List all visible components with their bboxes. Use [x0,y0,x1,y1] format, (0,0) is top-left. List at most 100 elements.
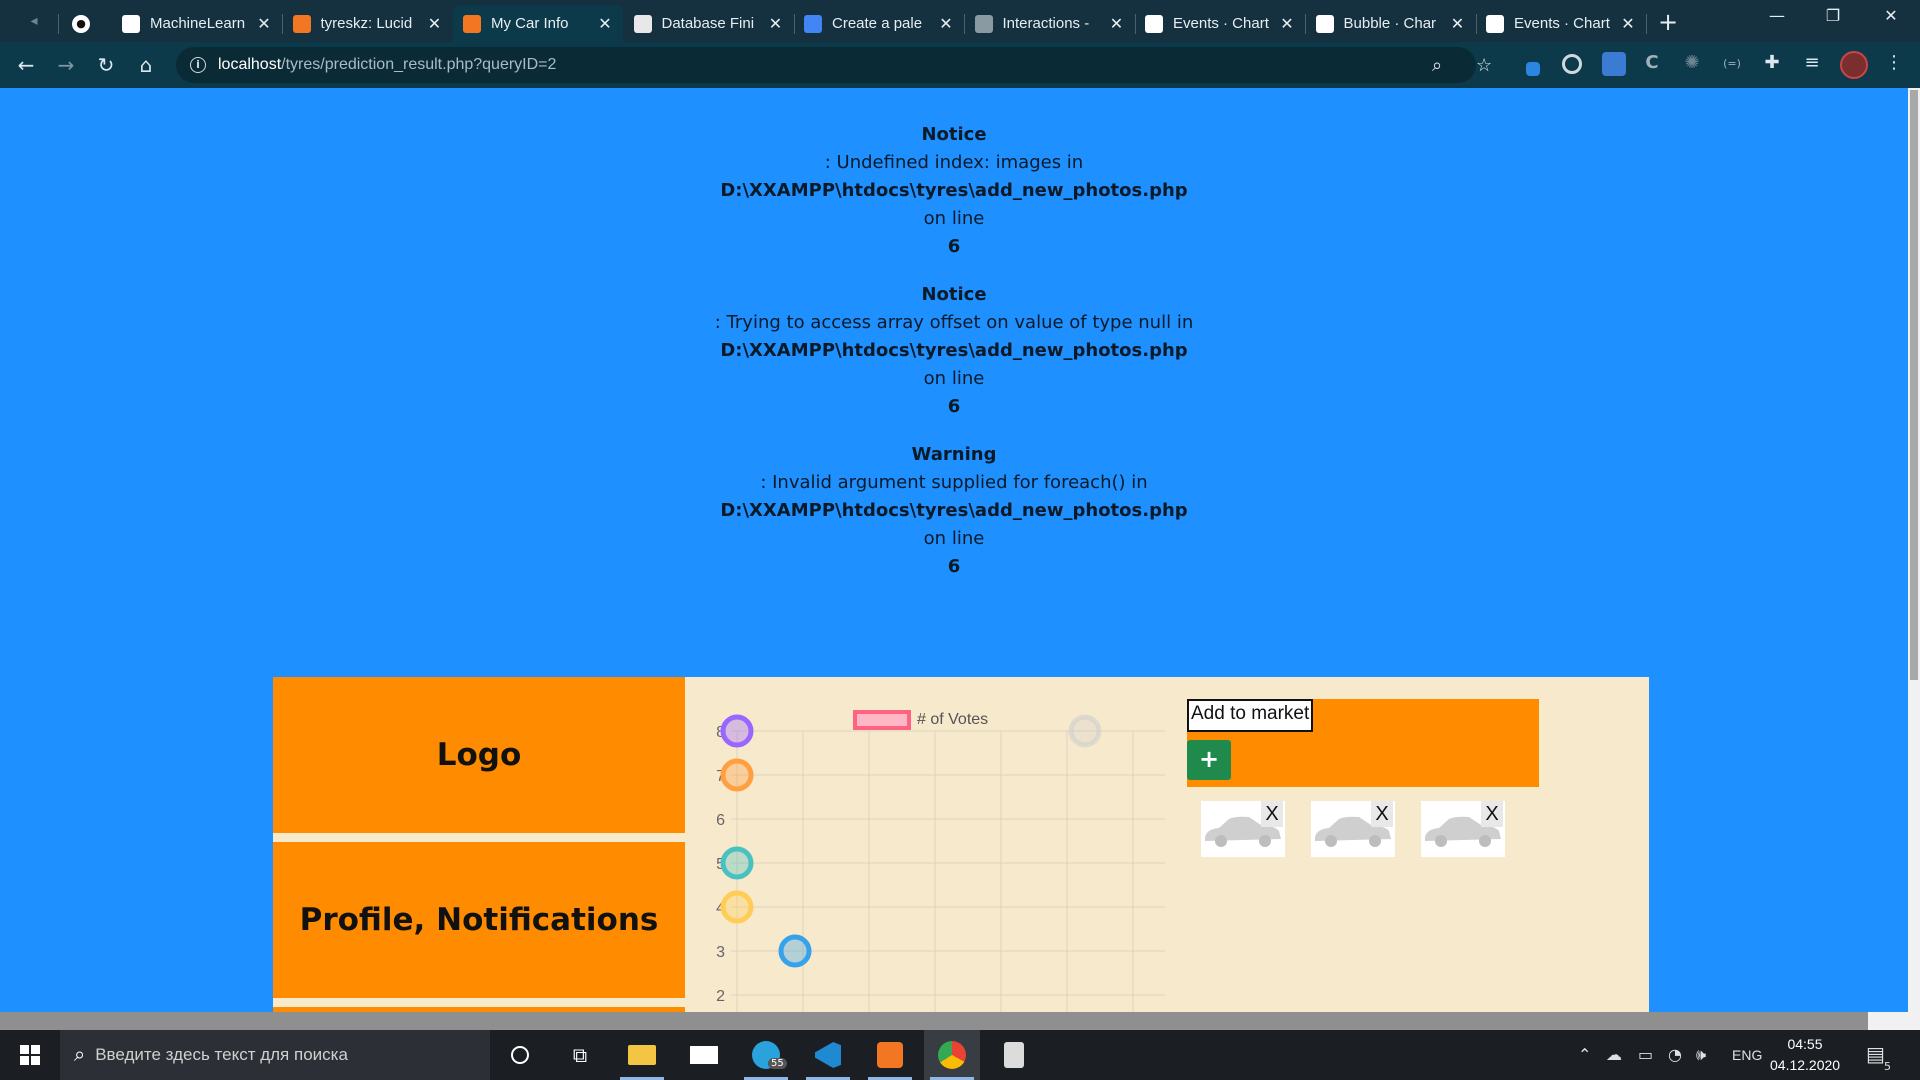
minimize-icon[interactable]: — [1762,6,1792,25]
profile-box[interactable]: Profile, Notifications [273,842,685,998]
remove-photo-button[interactable]: X [1261,801,1283,827]
extensions-puzzle-icon[interactable]: ✚ [1760,52,1784,76]
search-icon: ⌕ [74,1043,86,1066]
car-photo-thumbnail[interactable]: X [1311,801,1395,857]
media-control-icon[interactable]: ≡ [1800,52,1824,76]
bubble-point [720,758,754,792]
tab-7[interactable]: Events · Chart ✕ [1135,5,1305,42]
horizontal-scrollbar[interactable] [0,1012,1908,1030]
bubble-chart[interactable]: # of Votes 8765432 [685,677,1165,1012]
php-error-block: Warning: Invalid argument supplied for f… [0,441,1908,581]
error-file-path: D:\XXAMPP\htdocs\tyres\add_new_photos.ph… [720,340,1188,361]
tab-2[interactable]: tyreskz: Lucid ✕ [283,5,453,42]
bookmark-star-icon[interactable]: ☆ [1476,55,1492,76]
telegram-icon[interactable]: 55 [738,1030,794,1080]
tab-label: Database Fini [661,15,755,32]
menu-kebab-icon[interactable]: ⋮ [1882,52,1906,76]
tab-close-icon[interactable]: ✕ [1450,14,1466,33]
action-center-icon[interactable]: ▤ [1866,1042,1885,1066]
back-icon[interactable]: ← [12,52,40,78]
add-photo-button[interactable]: + [1187,740,1231,780]
bubble-point [720,846,754,880]
remove-photo-button[interactable]: X [1481,801,1503,827]
file-explorer-icon[interactable] [614,1030,670,1080]
y-tick-label: 3 [716,944,725,961]
github-icon: ● [72,14,90,33]
reload-icon[interactable]: ↻ [92,52,120,78]
home-icon[interactable]: ⌂ [132,52,160,78]
extension-c-icon[interactable]: C [1640,52,1664,76]
mail-icon[interactable] [676,1030,732,1080]
tab-9[interactable]: Events · Chart ✕ [1476,5,1646,42]
tab-close-icon[interactable]: ✕ [256,14,272,33]
tab-audio-icon[interactable]: ◂ [20,8,48,34]
tab-close-icon[interactable]: ✕ [597,14,613,33]
profile-text: Profile, Notifications [299,902,659,938]
extension-code-icon[interactable]: (=) [1720,52,1744,76]
url-host: localhost [218,56,282,73]
tray-chevron-icon[interactable]: ⌃ [1578,1045,1591,1064]
battery-icon[interactable]: ▭ [1638,1045,1653,1064]
tab-5[interactable]: Create a pale ✕ [794,5,964,42]
extension-bug-icon[interactable]: ✺ [1680,52,1704,76]
restore-icon[interactable]: ❐ [1818,6,1848,25]
taskbar-clock[interactable]: 04:55 04.12.2020 [1770,1034,1840,1076]
site-info-icon[interactable]: i [190,57,206,73]
db-app-icon[interactable] [986,1030,1042,1080]
tab-4[interactable]: Database Fini ✕ [624,5,794,42]
close-window-icon[interactable]: ✕ [1876,6,1906,25]
tab-close-icon[interactable]: ✕ [1279,14,1295,33]
tab-8[interactable]: Bubble · Char ✕ [1306,5,1476,42]
chrome-icon[interactable] [924,1030,980,1080]
error-type: Notice [921,284,987,305]
tab-1[interactable]: MachineLearn ✕ [112,5,282,42]
car-photo-thumbnail[interactable]: X [1421,801,1505,857]
language-indicator[interactable]: ENG [1732,1047,1762,1063]
profile-avatar[interactable] [1840,51,1868,79]
extension-pen-icon[interactable] [1526,62,1540,76]
onedrive-icon[interactable]: ☁ [1606,1045,1622,1064]
bubble-point [720,714,754,748]
taskbar-search-box[interactable]: ⌕ Введите здесь текст для поиска [60,1030,490,1080]
tab-3[interactable]: My Car Info ✕ [453,5,623,42]
tab-label: My Car Info [491,15,569,32]
remove-photo-button[interactable]: X [1371,801,1393,827]
tab-label: MachineLearn [150,15,246,32]
tab-close-icon[interactable]: ✕ [768,14,784,33]
google-icon [804,14,822,33]
error-file-path: D:\XXAMPP\htdocs\tyres\add_new_photos.ph… [720,500,1188,521]
error-type: Notice [921,124,987,145]
vertical-scroll-thumb[interactable] [1910,90,1918,680]
xampp-icon[interactable] [862,1030,918,1080]
tab-6[interactable]: Interactions - ✕ [965,5,1135,42]
logo-text: Logo [436,737,522,773]
chartjs-icon [1145,14,1163,33]
vscode-icon[interactable] [800,1030,856,1080]
extension-record-icon[interactable] [1562,54,1582,74]
tab-close-icon[interactable]: ✕ [1109,14,1125,33]
new-tab-button[interactable]: + [1656,8,1680,36]
volume-icon[interactable]: 🕪 [1696,1045,1706,1065]
start-button[interactable] [0,1030,60,1080]
error-on-line: on line [923,528,985,549]
php-error-block: Notice: Trying to access array offset on… [0,281,1908,421]
error-on-line: on line [923,368,985,389]
logo-box: Logo [273,677,685,833]
error-file-path: D:\XXAMPP\htdocs\tyres\add_new_photos.ph… [720,180,1188,201]
car-photo-thumbnail[interactable]: X [1201,801,1285,857]
wifi-icon[interactable]: ◔ [1668,1045,1682,1064]
tab-label: tyreskz: Lucid [320,15,413,32]
tab-close-icon[interactable]: ✕ [938,14,954,33]
tab-label: Interactions - [1002,15,1090,32]
php-error-block: Notice: Undefined index: images in D:\XXA… [0,121,1908,261]
address-bar[interactable]: i localhost/tyres/prediction_result.php?… [176,47,1492,83]
zoom-icon[interactable]: ⌕ [1432,55,1442,76]
extension-screen-icon[interactable] [1602,52,1626,76]
tab-close-icon[interactable]: ✕ [427,14,443,33]
forward-icon[interactable]: → [52,52,80,78]
tab-close-icon[interactable]: ✕ [1620,14,1636,33]
add-to-market-input[interactable]: Add to market [1187,699,1313,732]
task-view-icon[interactable]: ⧉ [552,1030,608,1080]
tab-pinned-github[interactable]: ● [64,5,98,42]
cortana-icon[interactable] [492,1030,548,1080]
